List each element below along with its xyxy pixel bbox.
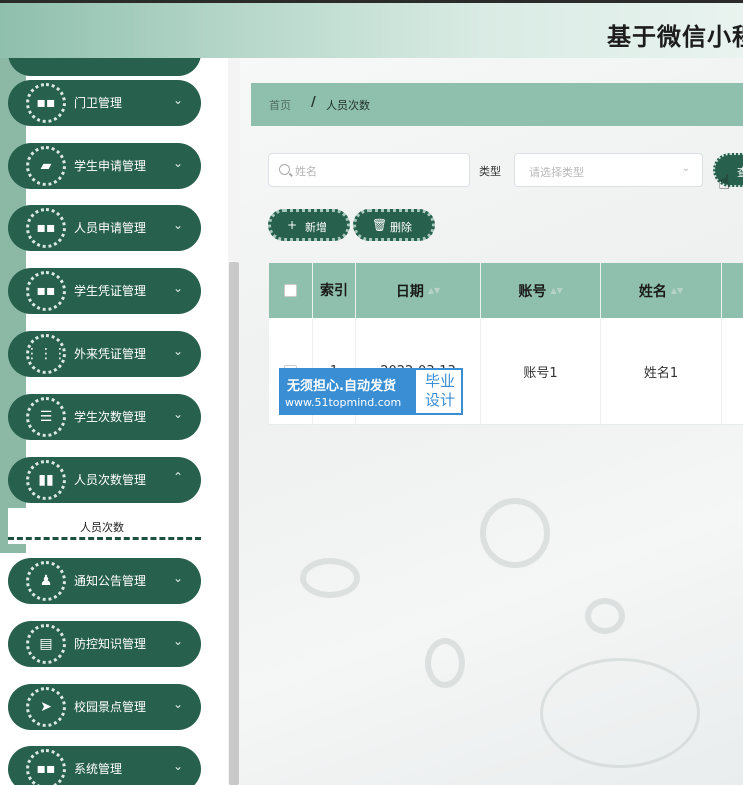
sidebar-item-student-apply[interactable]: ▰ 学生申请管理 ⌄ xyxy=(8,143,201,189)
breadcrumb: 首页 / 人员次数 xyxy=(251,83,743,126)
watermark-badge: 无须担心.自动发货 www.51topmind.com 毕业 设计 xyxy=(279,368,463,415)
query-button-label: 查 xyxy=(737,164,743,180)
clipboard-icon: ▤ xyxy=(26,624,66,664)
sidebar: ▪▪ 门卫管理 ⌄ ▰ 学生申请管理 ⌄ ▪▪ 人员申请管理 ⌄ ▪▪ 学生凭证… xyxy=(0,58,228,785)
sidebar-item-label: 系统管理 xyxy=(74,762,123,776)
column-header-account[interactable]: 账号 ▲▼ xyxy=(481,263,601,318)
sidebar-item-partial[interactable] xyxy=(8,58,201,76)
sidebar-item-system[interactable]: ▪▪ 系统管理 ⌄ xyxy=(8,746,201,785)
sidebar-subitem-label: 人员次数 xyxy=(80,521,124,534)
column-header-label: 日期 xyxy=(395,283,424,300)
app-title: 基于微信小程 xyxy=(607,23,743,51)
chart-icon: ▮▮ xyxy=(26,460,66,500)
stamp-icon: ♟ xyxy=(26,561,66,601)
background-decoration xyxy=(480,498,550,568)
select-all-checkbox[interactable] xyxy=(284,284,297,297)
chevron-down-icon: ⌄ xyxy=(172,571,183,585)
send-icon: ➤ xyxy=(26,687,66,727)
sidebar-item-prevention[interactable]: ▤ 防控知识管理 ⌄ xyxy=(8,621,201,667)
chevron-down-icon: ⌄ xyxy=(172,407,183,421)
background-decoration xyxy=(585,598,625,634)
watermark-line1: 无须担心.自动发货 xyxy=(287,379,396,394)
search-icon xyxy=(279,164,290,175)
background-decoration xyxy=(540,658,700,768)
top-header: 基于微信小程 xyxy=(0,0,743,58)
chevron-down-icon: ⌄ xyxy=(172,156,183,170)
trash-icon: 🗑 xyxy=(372,218,388,232)
header-select-all[interactable] xyxy=(269,263,313,318)
background-decoration xyxy=(300,558,360,598)
sidebar-item-label: 学生凭证管理 xyxy=(74,284,147,298)
sidebar-item-label: 人员次数管理 xyxy=(74,473,147,487)
column-header-label: 姓名 xyxy=(638,283,667,300)
name-search-field[interactable] xyxy=(268,153,470,187)
grid-icon: ▪▪ xyxy=(26,208,66,248)
sidebar-item-label: 学生申请管理 xyxy=(74,159,147,173)
apps-icon: ⋮⋮⋮ xyxy=(25,334,67,374)
column-header-index[interactable]: 索引 xyxy=(313,263,356,318)
sidebar-scrollbar-thumb[interactable] xyxy=(229,262,239,785)
delete-button[interactable]: 🗑 删除 xyxy=(353,209,435,241)
sidebar-item-staff-apply[interactable]: ▪▪ 人员申请管理 ⌄ xyxy=(8,205,201,251)
chevron-down-icon: ⌄ xyxy=(172,759,183,773)
sort-icon[interactable]: ▲▼ xyxy=(428,286,440,295)
cell-account: 账号1 xyxy=(481,318,601,425)
column-header-label: 账号 xyxy=(518,283,547,300)
chevron-down-icon: ⌄ xyxy=(172,93,183,107)
sort-icon[interactable]: ▲▼ xyxy=(671,286,683,295)
type-select[interactable]: 请选择类型 ⌄ xyxy=(514,153,703,187)
watermark-right-line2: 设计 xyxy=(424,391,455,409)
main-content: 首页 / 人员次数 类型 请选择类型 ⌄ 查 ☝ + 新增 🗑 删除 索引 日期… xyxy=(240,58,743,785)
breadcrumb-home[interactable]: 首页 xyxy=(269,97,291,113)
chevron-up-icon: ⌃ xyxy=(172,470,183,484)
delete-button-label: 删除 xyxy=(390,221,412,234)
grid-icon: ▪▪ xyxy=(26,83,66,123)
sidebar-item-campus-spots[interactable]: ➤ 校园景点管理 ⌄ xyxy=(8,684,201,730)
chevron-down-icon: ⌄ xyxy=(172,218,183,232)
divider xyxy=(8,537,201,540)
type-select-placeholder: 请选择类型 xyxy=(529,166,584,179)
watermark-right-line1: 毕业 xyxy=(424,372,455,390)
camera-icon: ▰ xyxy=(26,146,66,186)
grid-icon: ▪▪ xyxy=(26,749,66,785)
column-header-date[interactable]: 日期 ▲▼ xyxy=(356,263,481,318)
add-button[interactable]: + 新增 xyxy=(268,209,350,241)
table-header: 索引 日期 ▲▼ 账号 ▲▼ 姓名 ▲▼ xyxy=(269,263,743,318)
sort-icon[interactable]: ▲▼ xyxy=(550,286,562,295)
cell-name: 姓名1 xyxy=(601,318,722,425)
sidebar-item-label: 防控知识管理 xyxy=(74,637,147,651)
watermark-line2: www.51topmind.com xyxy=(285,396,402,409)
sidebar-item-label: 人员申请管理 xyxy=(74,221,147,235)
sliders-icon: ☰ xyxy=(26,397,66,437)
column-header-name[interactable]: 姓名 ▲▼ xyxy=(601,263,722,318)
sidebar-item-notice[interactable]: ♟ 通知公告管理 ⌄ xyxy=(8,558,201,604)
chevron-down-icon: ⌄ xyxy=(681,163,690,174)
background-decoration xyxy=(425,638,465,688)
column-header-overflow xyxy=(722,263,743,318)
name-search-input[interactable] xyxy=(295,162,455,180)
sidebar-item-staff-count[interactable]: ▮▮ 人员次数管理 ⌃ xyxy=(8,457,201,503)
chevron-down-icon: ⌄ xyxy=(172,634,183,648)
sidebar-item-guard[interactable]: ▪▪ 门卫管理 ⌄ xyxy=(8,80,201,126)
sidebar-item-label: 门卫管理 xyxy=(74,96,123,110)
hand-cursor-icon: ☝ xyxy=(718,170,731,194)
sidebar-item-student-count[interactable]: ☰ 学生次数管理 ⌄ xyxy=(8,394,201,440)
plus-icon: + xyxy=(287,218,298,232)
breadcrumb-separator: / xyxy=(311,95,316,110)
chevron-down-icon: ⌄ xyxy=(172,281,183,295)
chevron-down-icon: ⌄ xyxy=(172,344,183,358)
grid-icon: ▪▪ xyxy=(26,271,66,311)
type-label: 类型 xyxy=(479,165,501,178)
watermark-left: 无须担心.自动发货 www.51topmind.com xyxy=(281,370,416,413)
sidebar-item-label: 校园景点管理 xyxy=(74,700,147,714)
sidebar-item-label: 通知公告管理 xyxy=(74,574,147,588)
sidebar-item-student-credential[interactable]: ▪▪ 学生凭证管理 ⌄ xyxy=(8,268,201,314)
sidebar-item-visitor-credential[interactable]: ⋮⋮⋮ 外来凭证管理 ⌄ xyxy=(8,331,201,377)
breadcrumb-current: 人员次数 xyxy=(326,99,370,112)
chevron-down-icon: ⌄ xyxy=(172,697,183,711)
sidebar-item-label: 外来凭证管理 xyxy=(74,347,147,361)
sidebar-item-label: 学生次数管理 xyxy=(74,410,147,424)
add-button-label: 新增 xyxy=(305,221,327,234)
watermark-right: 毕业 设计 xyxy=(420,372,460,410)
